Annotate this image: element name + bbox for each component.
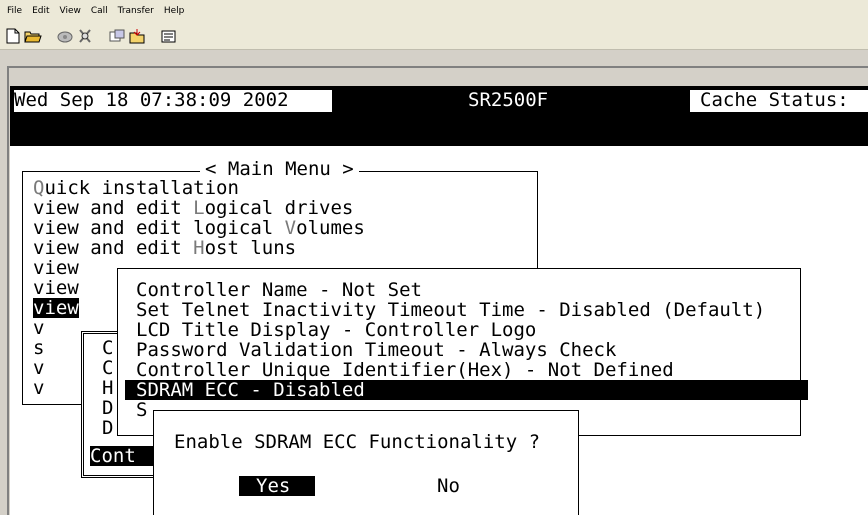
menu-transfer[interactable]: Transfer — [113, 6, 159, 16]
config-item-sdram-ecc[interactable]: SDRAM ECC - Disabled — [125, 380, 808, 400]
menu-edit[interactable]: Edit — [27, 6, 54, 16]
config-item-telnet-timeout[interactable]: Set Telnet Inactivity Timeout Time - Dis… — [136, 300, 765, 320]
config-item-lcd-title[interactable]: LCD Title Display - Controller Logo — [136, 320, 536, 340]
dialog-no-button[interactable]: No — [437, 476, 460, 496]
dialog-question: Enable SDRAM ECC Functionality ? — [174, 431, 541, 453]
submenu-item[interactable]: D — [102, 418, 113, 438]
submenu-item-selected[interactable]: Cont — [90, 446, 162, 466]
config-item-partial[interactable]: S — [136, 400, 147, 420]
menu-help[interactable]: Help — [159, 6, 190, 16]
menu-item-prefix: view and edit logical — [33, 217, 285, 239]
status-datetime: Wed Sep 18 07:38:09 2002 — [14, 90, 332, 112]
submenu-item[interactable]: D — [102, 398, 113, 418]
menu-item-label: ogical drives — [204, 197, 354, 219]
terminal-screen[interactable]: Wed Sep 18 07:38:09 2002 SR2500F Cache S… — [10, 86, 868, 515]
toolbar — [0, 22, 868, 50]
send-icon[interactable] — [107, 26, 127, 46]
menu-call[interactable]: Call — [86, 6, 113, 16]
menu-item-prefix: view and edit — [33, 197, 194, 219]
properties-icon[interactable] — [159, 26, 179, 46]
submenu-item[interactable]: C — [102, 358, 113, 378]
menu-view[interactable]: View — [55, 6, 86, 16]
open-icon[interactable] — [23, 26, 43, 46]
menu-item-selected-partial[interactable]: view — [33, 298, 79, 318]
menu-item-partial[interactable]: view — [33, 258, 79, 278]
disconnect-icon[interactable] — [75, 26, 95, 46]
menu-file[interactable]: File — [2, 6, 27, 16]
menu-item-logical-volumes[interactable]: view and edit logical Volumes — [33, 218, 365, 238]
submenu-item[interactable]: H — [102, 378, 113, 398]
menu-item-host-luns[interactable]: view and edit Host luns — [33, 238, 296, 258]
hotkey: Q — [33, 177, 45, 199]
menu-item-partial[interactable]: v — [33, 358, 44, 378]
hotkey: H — [193, 237, 205, 259]
new-icon[interactable] — [3, 26, 23, 46]
hotkey: V — [284, 217, 297, 239]
menu-item-quick-installation[interactable]: Quick installation — [33, 178, 239, 198]
dialog-yes-button[interactable]: Yes — [239, 476, 315, 496]
config-item-controller-name[interactable]: Controller Name - Not Set — [136, 280, 422, 300]
menu-item-partial[interactable]: v — [33, 318, 44, 338]
submenu-item[interactable]: C — [102, 338, 113, 358]
menu-item-partial[interactable]: s — [33, 338, 44, 358]
menu-item-label: uick installation — [44, 177, 239, 199]
status-model: SR2500F — [468, 89, 549, 111]
config-item-password-timeout[interactable]: Password Validation Timeout - Always Che… — [136, 340, 616, 360]
menu-item-partial[interactable]: view — [33, 278, 79, 298]
menu-item-label: olumes — [296, 217, 365, 239]
menu-item-partial[interactable]: v — [33, 378, 44, 398]
status-cache-label: Cache Status: — [690, 90, 868, 112]
hotkey: L — [193, 197, 205, 219]
main-menu-title: < Main Menu > — [200, 159, 359, 179]
menu-item-logical-drives[interactable]: view and edit Logical drives — [33, 198, 353, 218]
menu-bar: File Edit View Call Transfer Help — [0, 0, 868, 22]
receive-icon[interactable] — [127, 26, 147, 46]
menu-item-label: ost luns — [204, 237, 297, 259]
confirm-dialog — [153, 410, 579, 515]
connect-icon[interactable] — [55, 26, 75, 46]
config-item-unique-id[interactable]: Controller Unique Identifier(Hex) - Not … — [136, 360, 674, 380]
menu-item-prefix: view and edit — [33, 237, 194, 259]
